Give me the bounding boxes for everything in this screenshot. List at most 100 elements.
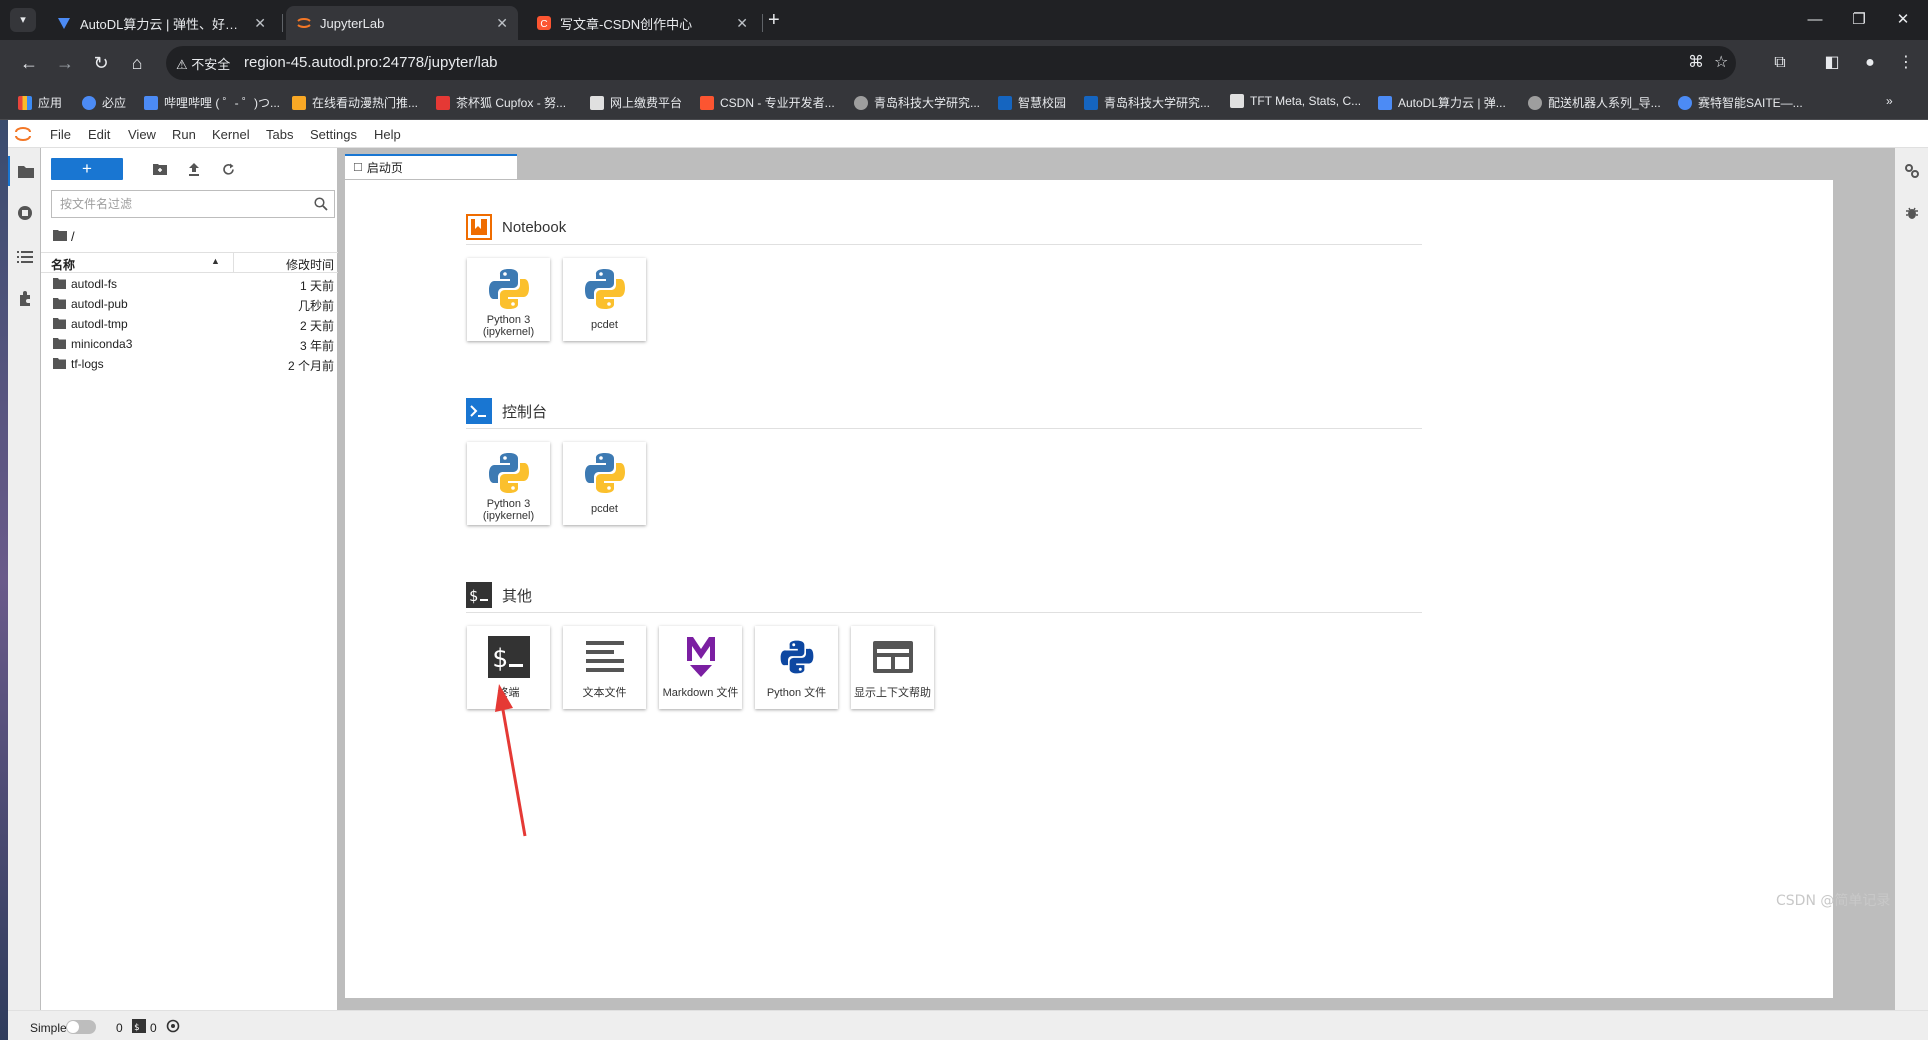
simple-mode-toggle[interactable]	[66, 1020, 96, 1034]
bookmark-item[interactable]: 在线看动漫热门推...	[292, 94, 418, 111]
column-modified-header[interactable]: 修改时间	[286, 256, 334, 273]
bookmark-label: 在线看动漫热门推...	[312, 96, 419, 110]
bookmark-item[interactable]: AutoDL算力云 | 弹...	[1378, 94, 1506, 111]
minimize-icon[interactable]: —	[1800, 8, 1830, 32]
forward-icon[interactable]: →	[52, 50, 78, 76]
folder-icon	[53, 338, 66, 352]
console-pcdet-card[interactable]: pcdet	[563, 442, 646, 525]
running-sessions-icon[interactable]	[8, 198, 41, 228]
table-of-contents-icon[interactable]	[8, 242, 41, 272]
jupyterlab-app: File Edit View Run Kernel Tabs Settings …	[8, 120, 1928, 1040]
bookmark-item[interactable]: 青岛科技大学研究...	[854, 94, 980, 111]
bookmark-item[interactable]: TFT Meta, Stats, C...	[1230, 94, 1361, 108]
file-row-autodl-fs[interactable]: autodl-fs 1 天前	[41, 274, 338, 294]
menu-file[interactable]: File	[50, 127, 71, 142]
column-divider[interactable]	[233, 253, 234, 272]
bookmark-item[interactable]: 青岛科技大学研究...	[1084, 94, 1210, 111]
new-launcher-button[interactable]: +	[51, 158, 123, 180]
bookmark-item[interactable]: 必应	[82, 94, 126, 111]
close-tab-icon[interactable]: ✕	[254, 15, 266, 32]
more-bookmarks-icon[interactable]: »	[1886, 94, 1893, 108]
column-name-header[interactable]: 名称	[51, 256, 75, 273]
upload-icon[interactable]	[185, 160, 203, 178]
property-inspector-icon[interactable]	[1895, 156, 1928, 186]
file-row-miniconda3[interactable]: miniconda3 3 年前	[41, 334, 338, 354]
bookmark-item[interactable]: 茶杯狐 Cupfox - 努...	[436, 94, 566, 111]
refresh-icon[interactable]	[219, 160, 237, 178]
file-row-tf-logs[interactable]: tf-logs 2 个月前	[41, 354, 338, 374]
autodl-icon	[1378, 95, 1392, 110]
close-tab-icon[interactable]: ✕	[736, 15, 748, 32]
breadcrumb-root[interactable]: /	[71, 229, 75, 244]
new-tab-button[interactable]: +	[768, 8, 780, 32]
url-text[interactable]: region-45.autodl.pro:24778/jupyter/lab	[244, 54, 498, 71]
debugger-icon[interactable]	[1895, 198, 1928, 228]
terminals-count[interactable]: 0	[116, 1021, 123, 1035]
markdown-file-card[interactable]: Markdown 文件	[659, 626, 742, 709]
security-warning[interactable]: ⚠ 不安全	[176, 54, 230, 73]
menu-tabs[interactable]: Tabs	[266, 127, 293, 142]
file-row-autodl-pub[interactable]: autodl-pub 几秒前	[41, 294, 338, 314]
python-file-icon	[755, 634, 838, 680]
restore-icon[interactable]: ❐	[1844, 8, 1874, 32]
browser-tab-autodl[interactable]: AutoDL算力云 | 弹性、好用、 ✕	[46, 6, 276, 40]
more-menu-icon[interactable]: ⋮	[1894, 50, 1918, 76]
right-sidebar	[1894, 148, 1928, 1010]
address-bar[interactable]: ⚠ 不安全 region-45.autodl.pro:24778/jupyter…	[166, 46, 1736, 80]
menu-view[interactable]: View	[128, 127, 156, 142]
terminal-status-icon[interactable]: $	[132, 1019, 146, 1036]
contextual-help-card[interactable]: 显示上下文帮助	[851, 626, 934, 709]
bookmark-item[interactable]: CSDN - 专业开发者...	[700, 94, 835, 111]
reload-icon[interactable]: ↻	[88, 50, 114, 76]
bookmark-apps[interactable]: 应用	[18, 94, 62, 111]
profile-icon[interactable]: ●	[1858, 50, 1882, 76]
new-folder-icon[interactable]	[151, 160, 169, 178]
file-filter-input[interactable]	[52, 191, 302, 217]
tab-title: 写文章-CSDN创作中心	[560, 16, 693, 32]
text-file-card[interactable]: 文本文件	[563, 626, 646, 709]
kernels-count[interactable]: 0	[150, 1021, 157, 1035]
side-panel-icon[interactable]: ◧	[1820, 50, 1844, 76]
file-row-autodl-tmp[interactable]: autodl-tmp 2 天前	[41, 314, 338, 334]
tab-launcher[interactable]: ☐ 启动页	[345, 154, 517, 179]
bookmark-item[interactable]: 哔哩哔哩 ( ゜- ゜)つ...	[144, 94, 280, 111]
menu-edit[interactable]: Edit	[88, 127, 110, 142]
card-label: pcdet	[591, 319, 618, 331]
bookmark-item[interactable]: 网上缴费平台	[590, 94, 682, 111]
menu-settings[interactable]: Settings	[310, 127, 357, 142]
notebook-pcdet-card[interactable]: pcdet	[563, 258, 646, 341]
bookmark-item[interactable]: 赛特智能SAITE—...	[1678, 94, 1803, 111]
bookmark-item[interactable]: 配送机器人系列_导...	[1528, 94, 1661, 111]
file-name: tf-logs	[71, 357, 104, 371]
menu-run[interactable]: Run	[172, 127, 196, 142]
browser-tab-csdn[interactable]: C 写文章-CSDN创作中心 ✕	[526, 6, 758, 40]
menu-kernel[interactable]: Kernel	[212, 127, 250, 142]
tab-search-button[interactable]: ▾	[10, 8, 36, 32]
extensions-icon[interactable]: ⧉	[1768, 50, 1792, 76]
menubar: File Edit View Run Kernel Tabs Settings …	[8, 120, 1928, 148]
file-browser-icon[interactable]	[8, 156, 41, 186]
python-file-card[interactable]: Python 文件	[755, 626, 838, 709]
menu-help[interactable]: Help	[374, 127, 401, 142]
close-tab-icon[interactable]: ✕	[496, 15, 508, 32]
file-filter-field[interactable]	[51, 190, 335, 218]
bookmark-star-icon[interactable]: ☆	[1714, 52, 1728, 72]
folder-icon	[53, 318, 66, 332]
extension-manager-icon[interactable]	[8, 284, 41, 314]
console-python3-card[interactable]: Python 3 (ipykernel)	[467, 442, 550, 525]
launcher-panel: Notebook Python 3 (ipykernel) pcdet 控制台 …	[345, 179, 1833, 998]
close-window-icon[interactable]: ✕	[1888, 8, 1918, 32]
kernel-status-icon[interactable]	[166, 1019, 180, 1036]
translate-icon[interactable]: ⌘	[1688, 52, 1704, 72]
card-label: 文本文件	[582, 687, 627, 699]
file-modified: 3 年前	[299, 339, 334, 353]
browser-tab-jupyterlab[interactable]: JupyterLab ✕	[286, 6, 518, 40]
csdn-icon: C	[536, 15, 552, 31]
home-icon[interactable]: ⌂	[124, 50, 150, 76]
folder-icon	[53, 358, 66, 372]
bookmark-label: 智慧校园	[1018, 96, 1067, 110]
notebook-python3-card[interactable]: Python 3 (ipykernel)	[467, 258, 550, 341]
back-icon[interactable]: ←	[16, 50, 42, 76]
bookmark-item[interactable]: 智慧校园	[998, 94, 1066, 111]
home-folder-icon[interactable]	[53, 229, 67, 244]
